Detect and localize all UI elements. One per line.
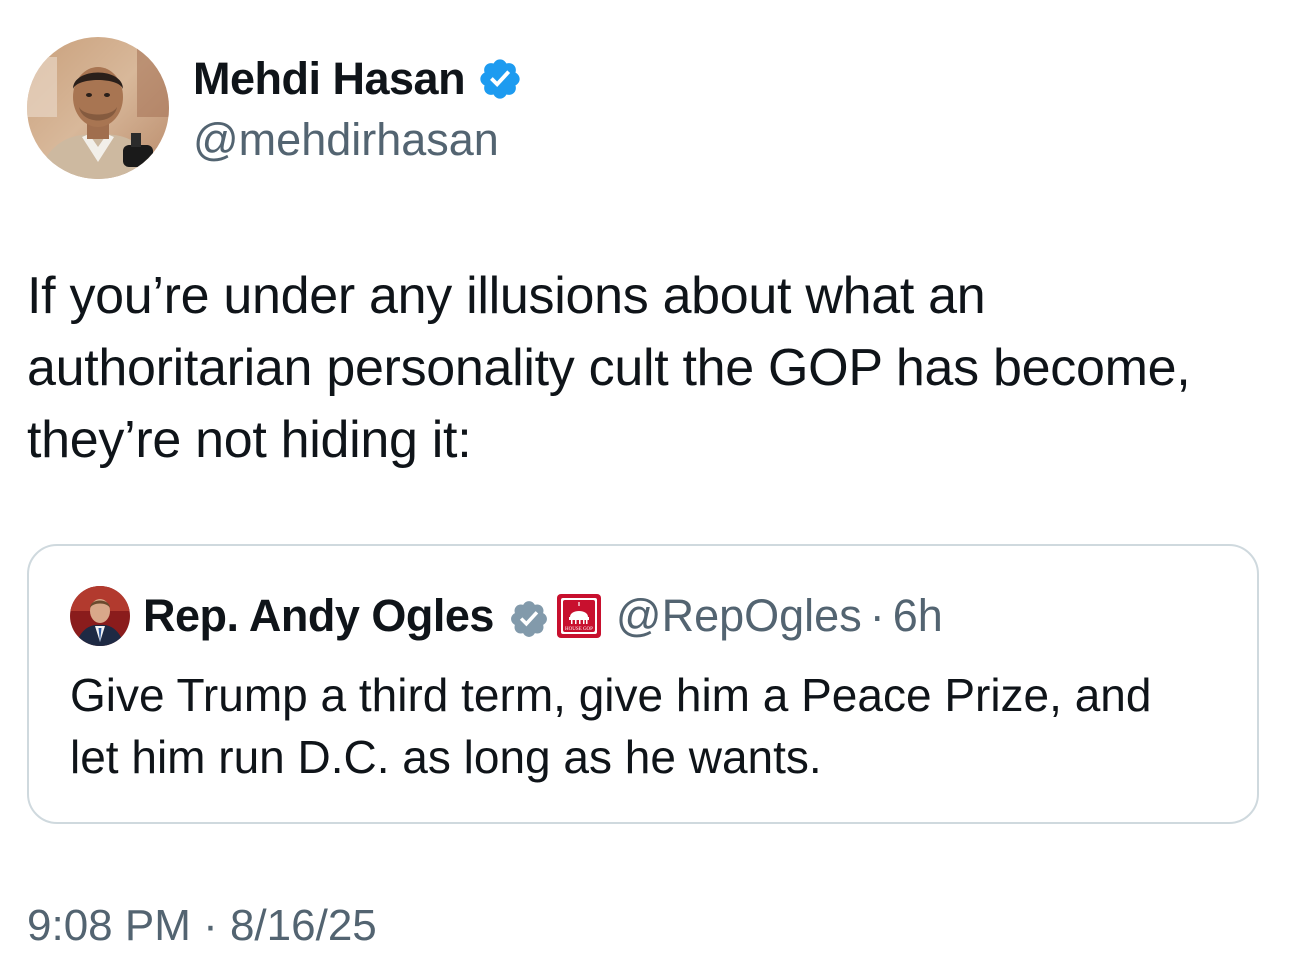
tweet-text-line: authoritarian personality cult the GOP h…: [27, 339, 1191, 397]
author-display-name[interactable]: Mehdi Hasan: [193, 52, 523, 106]
quoted-tweet-card[interactable]: Rep. Andy Ogles HOUSE GOP @RepOgles · 6h…: [27, 544, 1259, 824]
quoted-author-avatar[interactable]: [70, 586, 130, 646]
author-handle[interactable]: @mehdirhasan: [193, 113, 499, 167]
author-avatar[interactable]: [27, 37, 169, 179]
quoted-profile-photo-icon: [70, 586, 130, 646]
tweet-timestamp[interactable]: 9:08 PM · 8/16/25: [27, 898, 377, 954]
verified-badge-gray-icon[interactable]: [508, 595, 550, 637]
quoted-tweet-header: Rep. Andy Ogles HOUSE GOP @RepOgles · 6h: [143, 586, 943, 646]
verified-badge-icon[interactable]: [477, 56, 523, 102]
house-gop-badge-icon[interactable]: HOUSE GOP: [556, 593, 602, 639]
profile-photo-icon: [27, 37, 169, 179]
tweet-text-line: If you’re under any illusions about what…: [27, 267, 986, 325]
quoted-text-line: let him run D.C. as long as he wants.: [70, 731, 822, 783]
separator-dot: ·: [869, 590, 885, 641]
quoted-tweet-text: Give Trump a third term, give him a Peac…: [70, 664, 1240, 788]
author-name-text: Mehdi Hasan: [193, 53, 466, 104]
house-gop-badge-text: HOUSE GOP: [565, 627, 593, 632]
quoted-tweet-time[interactable]: 6h: [893, 586, 943, 646]
quoted-author-handle[interactable]: @RepOgles: [616, 586, 862, 646]
tweet-text: If you’re under any illusions about what…: [27, 260, 1267, 476]
quoted-text-line: Give Trump a third term, give him a Peac…: [70, 669, 1152, 721]
tweet-text-line: they’re not hiding it:: [27, 411, 472, 469]
quoted-author-name[interactable]: Rep. Andy Ogles: [143, 586, 494, 646]
